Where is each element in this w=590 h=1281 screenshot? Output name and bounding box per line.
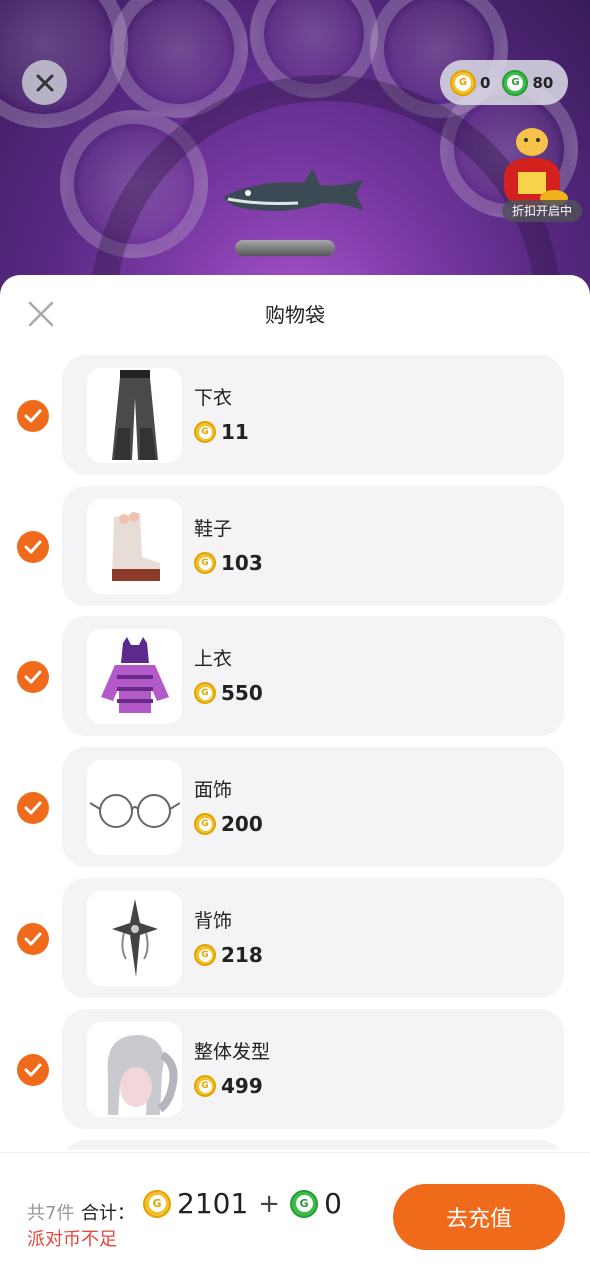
item-name: 鞋子 — [194, 518, 233, 540]
gold-coin-icon: G — [194, 682, 216, 704]
close-scene-button[interactable] — [22, 60, 67, 105]
item-thumbnail — [87, 1022, 182, 1117]
item-name: 背饰 — [194, 910, 233, 932]
item-name: 上衣 — [194, 648, 233, 670]
item-card[interactable]: 整体发型 G 499 — [62, 1009, 564, 1129]
plus-sign: + — [258, 1188, 281, 1219]
cross-icon — [111, 898, 158, 977]
recharge-button[interactable]: 去充值 — [393, 1184, 565, 1250]
item-name: 整体发型 — [194, 1041, 271, 1063]
item-checkbox[interactable] — [17, 531, 49, 563]
item-price: G 550 — [194, 681, 263, 705]
item-card[interactable]: 面饰 G 200 — [62, 747, 564, 867]
item-card[interactable]: 下衣 G 11 — [62, 355, 564, 475]
item-thumbnail — [87, 629, 182, 724]
item-thumbnail — [87, 368, 182, 463]
item-price: G 218 — [194, 943, 263, 967]
sheet-title: 购物袋 — [265, 303, 325, 327]
stage-bar — [235, 240, 335, 256]
item-price-value: 218 — [221, 943, 263, 967]
cart-item — [0, 1140, 590, 1150]
item-card[interactable] — [62, 1140, 564, 1150]
item-checkbox[interactable] — [17, 400, 49, 432]
item-name: 下衣 — [194, 387, 233, 409]
gold-coin-icon: G — [194, 944, 216, 966]
check-icon — [24, 801, 42, 815]
decor-ring — [0, 0, 128, 128]
glasses-icon — [89, 793, 180, 828]
gold-coin-icon: G — [450, 69, 476, 96]
item-checkbox[interactable] — [17, 1054, 49, 1086]
boots-icon — [111, 511, 160, 581]
item-card[interactable]: 上衣 G 550 — [62, 616, 564, 736]
green-balance: 80 — [532, 73, 554, 92]
green-coin-icon: G — [290, 1189, 319, 1218]
checkout-footer: 共7件 合计： G 2101 + G 0 派对币不足 去充值 — [0, 1152, 590, 1281]
cart-item: 上衣 G 550 — [0, 616, 590, 736]
green-coin-icon: G — [502, 69, 529, 96]
check-icon — [24, 540, 42, 554]
gold-coin-icon: G — [143, 1189, 171, 1218]
item-checkbox[interactable] — [17, 923, 49, 955]
item-checkbox[interactable] — [17, 792, 49, 824]
item-price: G 499 — [194, 1074, 263, 1098]
item-price: G 200 — [194, 812, 263, 836]
item-price: G 103 — [194, 551, 263, 575]
cart-item: 面饰 G 200 — [0, 747, 590, 867]
pants-icon — [111, 370, 158, 460]
hoodie-icon — [100, 636, 169, 713]
check-icon — [24, 409, 42, 423]
cart-item: 整体发型 G 499 — [0, 1009, 590, 1129]
item-thumbnail — [87, 499, 182, 594]
total-amount: G 2101 + G 0 — [143, 1187, 342, 1220]
check-icon — [24, 932, 42, 946]
item-card[interactable]: 鞋子 G 103 — [62, 486, 564, 606]
cart-item: 下衣 G 11 — [0, 355, 590, 475]
item-count: 共7件 — [27, 1203, 75, 1224]
gold-balance: 0 — [480, 73, 491, 92]
gold-coin-icon: G — [194, 1075, 216, 1097]
green-total: 0 — [324, 1187, 342, 1220]
insufficient-warning: 派对币不足 — [27, 1229, 117, 1250]
item-price: G 11 — [194, 420, 249, 444]
item-card[interactable]: 背饰 G 218 — [62, 878, 564, 998]
gold-coin-icon: G — [194, 813, 216, 835]
sheet-header: 购物袋 — [0, 275, 590, 350]
game-scene-background: G 0 G 80 折扣开启中 — [0, 0, 590, 300]
total-label: 合计： — [81, 1203, 135, 1224]
item-price-value: 499 — [221, 1074, 263, 1098]
cart-item: 背饰 G 218 — [0, 878, 590, 998]
gold-total: 2101 — [177, 1187, 249, 1220]
item-price-value: 103 — [221, 551, 263, 575]
gold-coin-icon: G — [194, 552, 216, 574]
gold-coin-icon: G — [194, 421, 216, 443]
item-name: 面饰 — [194, 779, 233, 801]
currency-balance[interactable]: G 0 G 80 — [440, 60, 568, 105]
item-price-value: 11 — [221, 420, 249, 444]
cart-item-list[interactable]: 下衣 G 11 鞋子 G 103 上衣 G 550 面饰 G 200 背饰 G … — [0, 355, 590, 1150]
hair-icon — [107, 1034, 178, 1115]
item-price-value: 200 — [221, 812, 263, 836]
shark-icon — [223, 169, 364, 211]
check-icon — [24, 1063, 42, 1077]
shopping-bag-sheet: 购物袋 下衣 G 11 鞋子 G 103 上衣 G 550 面饰 G 200 背… — [0, 275, 590, 1280]
cart-item: 鞋子 G 103 — [0, 486, 590, 606]
check-icon — [24, 670, 42, 684]
item-thumbnail — [87, 760, 182, 855]
item-price-value: 550 — [221, 681, 263, 705]
item-thumbnail — [87, 891, 182, 986]
item-checkbox[interactable] — [17, 661, 49, 693]
close-icon — [36, 74, 53, 91]
promo-label[interactable]: 折扣开启中 — [501, 200, 582, 222]
